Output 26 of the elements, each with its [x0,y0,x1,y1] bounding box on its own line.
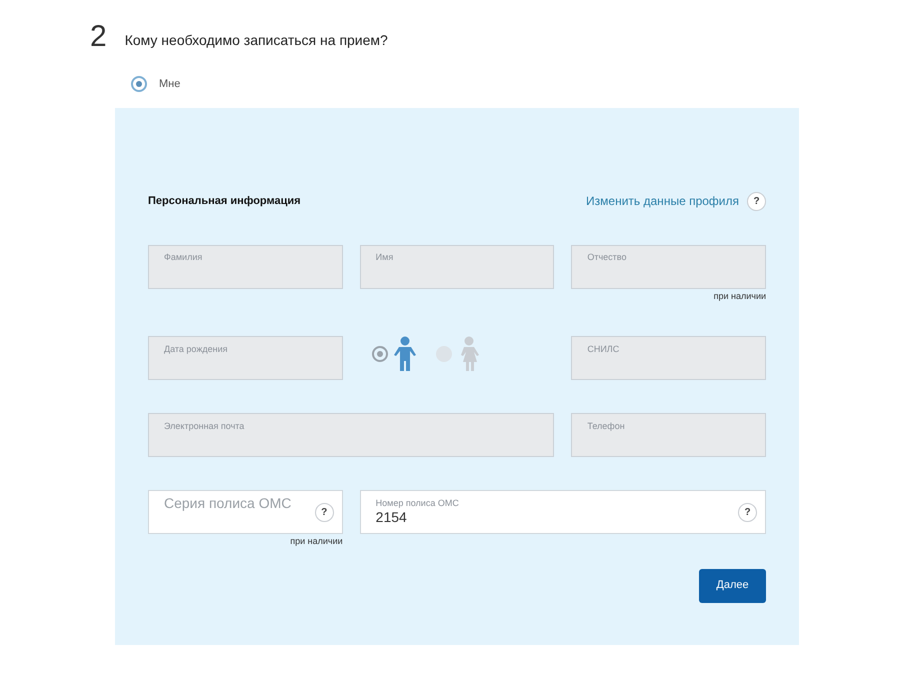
field-label: Отчество [587,252,628,263]
section-title: Персональная информация [148,194,301,209]
help-button[interactable]: ? [738,502,757,522]
radio-button[interactable] [372,346,388,362]
edit-profile-link[interactable]: Изменить данные профиля [586,192,739,210]
field-value: 2154 [376,508,407,527]
field-label: СНИЛС [587,344,620,354]
help-button[interactable]: ? [747,192,766,210]
field-hint: при наличии [714,290,766,303]
text-field[interactable]: Серия полиса ОМС ? [148,490,343,534]
field-label: Телефон [587,420,626,432]
field-label: Электронная почта [164,420,246,432]
boy-figure-icon [394,336,416,372]
field-label: Имя [376,252,394,263]
help-button[interactable]: ? [314,502,334,522]
step-title: Кому необходимо записаться на прием? [124,31,388,50]
field-hint: при наличии [290,535,343,548]
next-button[interactable]: Далее [699,568,766,602]
radio-label: Мне [159,77,180,92]
text-field[interactable]: Номер полиса ОМС 2154 ? [360,490,766,534]
field-label: Номер полиса ОМС [376,498,460,508]
field-placeholder: Серия полиса ОМС [164,494,292,513]
step-number: 2 [90,22,107,52]
field-label: Дата рождения [164,344,228,354]
field-label: Фамилия [164,252,204,263]
radio-button[interactable] [131,76,147,92]
